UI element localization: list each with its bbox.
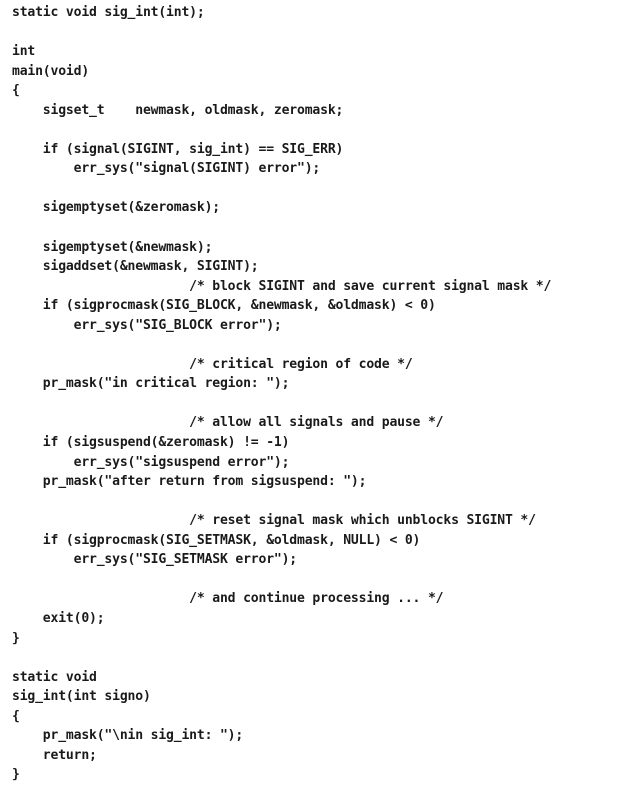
code-line: int [12,44,36,60]
code-line: if (sigprocmask(SIG_SETMASK, &oldmask, N… [12,532,421,548]
code-line: { [12,83,20,99]
code-line: sig_int(int signo) [12,689,151,705]
code-line: main(void) [12,63,90,79]
code-line: sigaddset(&newmask, SIGINT); [12,259,259,275]
code-line: err_sys("sigsuspend error"); [12,454,290,470]
code-line: pr_mask("in critical region: "); [12,376,290,392]
code-line: } [12,630,20,646]
code-line: pr_mask("after return from sigsuspend: "… [12,474,367,490]
code-line: /* and continue processing ... */ [12,591,444,607]
code-line: { [12,708,20,724]
code-line: /* critical region of code */ [12,356,413,372]
code-line: if (sigprocmask(SIG_BLOCK, &newmask, &ol… [12,298,436,314]
code-line: err_sys("SIG_SETMASK error"); [12,552,298,568]
code-line: if (signal(SIGINT, sig_int) == SIG_ERR) [12,141,344,157]
code-line: pr_mask("\nin sig_int: "); [12,728,244,744]
code-line: if (sigsuspend(&zeromask) != -1) [12,435,290,451]
code-line: err_sys("signal(SIGINT) error"); [12,161,321,177]
code-line: return; [12,747,97,763]
code-line: } [12,767,20,783]
code-line: exit(0); [12,610,105,626]
code-line: err_sys("SIG_BLOCK error"); [12,317,282,333]
code-line: sigset_t newmask, oldmask, zeromask; [12,102,344,118]
code-line: sigemptyset(&newmask); [12,239,213,255]
code-line: /* reset signal mask which unblocks SIGI… [12,513,536,529]
code-line: sigemptyset(&zeromask); [12,200,220,216]
code-line: static void sig_int(int); [12,5,205,20]
code-line: /* block SIGINT and save current signal … [12,278,552,294]
code-line: /* allow all signals and pause */ [12,415,444,431]
code-listing: static void sig_int(int); int main(void) {… [0,0,640,782]
code-line: static void [12,669,97,685]
